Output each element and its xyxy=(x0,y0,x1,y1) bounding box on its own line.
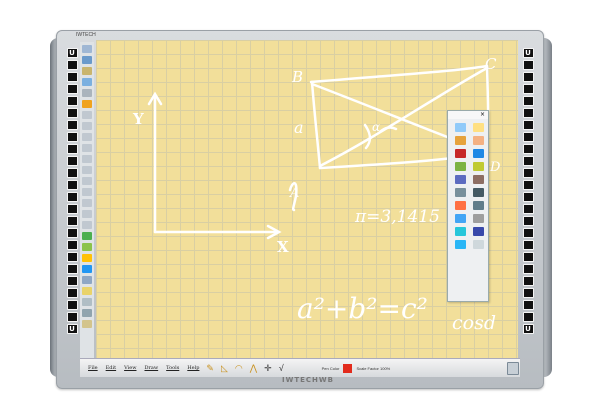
highlighter-icon[interactable] xyxy=(473,162,484,171)
globe-icon[interactable] xyxy=(455,240,466,249)
pen-color-swatch[interactable] xyxy=(343,363,353,373)
menu-help[interactable]: Help xyxy=(187,365,199,371)
menu-file[interactable]: File xyxy=(88,365,98,371)
pen-blue-icon[interactable] xyxy=(473,149,484,158)
y-axis-label: Y xyxy=(133,110,144,128)
redo-icon[interactable] xyxy=(473,123,484,132)
record-icon[interactable] xyxy=(473,201,484,210)
spotlight-icon[interactable] xyxy=(473,214,484,223)
floating-toolbar[interactable]: × xyxy=(447,110,489,302)
brush-icon[interactable]: ✎ xyxy=(206,363,214,374)
trash-icon[interactable] xyxy=(507,362,519,375)
vertex-b-label: B xyxy=(292,68,304,86)
page-icon[interactable] xyxy=(473,240,484,249)
angle-mark xyxy=(378,126,398,134)
marker-icon[interactable] xyxy=(455,162,466,171)
angle-arc xyxy=(363,123,372,150)
shape-icon[interactable] xyxy=(455,175,466,184)
angle-alpha-label: α xyxy=(372,120,381,134)
vertex-a-label: A xyxy=(290,186,300,201)
scale-factor-label: Scale Factor 100% xyxy=(356,365,391,371)
x-axis-label: X xyxy=(277,238,289,256)
pi-value-text: π=3,1415 xyxy=(355,207,440,227)
pen-red-icon[interactable] xyxy=(455,149,466,158)
bottom-menu-bar: File Edit View Draw Tools Help ✎ ◺ ◠ ⋀ ✛… xyxy=(80,358,520,377)
compass-icon[interactable]: ⋀ xyxy=(250,363,257,374)
pen-color-label: Pen Color xyxy=(321,365,340,371)
ink-strokes xyxy=(147,64,490,240)
menu-tools[interactable]: Tools xyxy=(166,365,179,371)
protractor-icon[interactable]: ◠ xyxy=(235,363,243,374)
brand-logo: IWTECHWB xyxy=(282,376,334,384)
keyboard-icon[interactable] xyxy=(455,227,466,236)
floating-toolbar-close-button[interactable]: × xyxy=(448,111,488,119)
camera-icon[interactable] xyxy=(473,188,484,197)
menu-view[interactable]: View xyxy=(124,365,136,371)
select-icon[interactable] xyxy=(455,136,466,145)
pen-icon[interactable] xyxy=(473,136,484,145)
eraser-icon[interactable] xyxy=(473,175,484,184)
text-icon[interactable] xyxy=(455,188,466,197)
grid-icon[interactable] xyxy=(473,227,484,236)
triangle-ruler-icon[interactable]: ◺ xyxy=(221,363,228,374)
pythagoras-formula: a²+b²=c² xyxy=(297,292,428,325)
vertex-c-label: C xyxy=(485,55,497,73)
formula-icon[interactable]: √ xyxy=(279,363,284,373)
side-a-label: a xyxy=(294,118,304,137)
vertex-d-label: D xyxy=(490,160,501,175)
rect-top xyxy=(309,64,489,84)
cos-text: cosd xyxy=(452,312,496,334)
menu-edit[interactable]: Edit xyxy=(106,365,116,371)
magnifier-icon[interactable] xyxy=(455,214,466,223)
menu-draw[interactable]: Draw xyxy=(144,365,158,371)
rect-left xyxy=(310,80,322,170)
undo-icon[interactable] xyxy=(455,123,466,132)
crosshair-icon[interactable]: ✛ xyxy=(264,363,272,374)
screen-icon[interactable] xyxy=(455,201,466,210)
